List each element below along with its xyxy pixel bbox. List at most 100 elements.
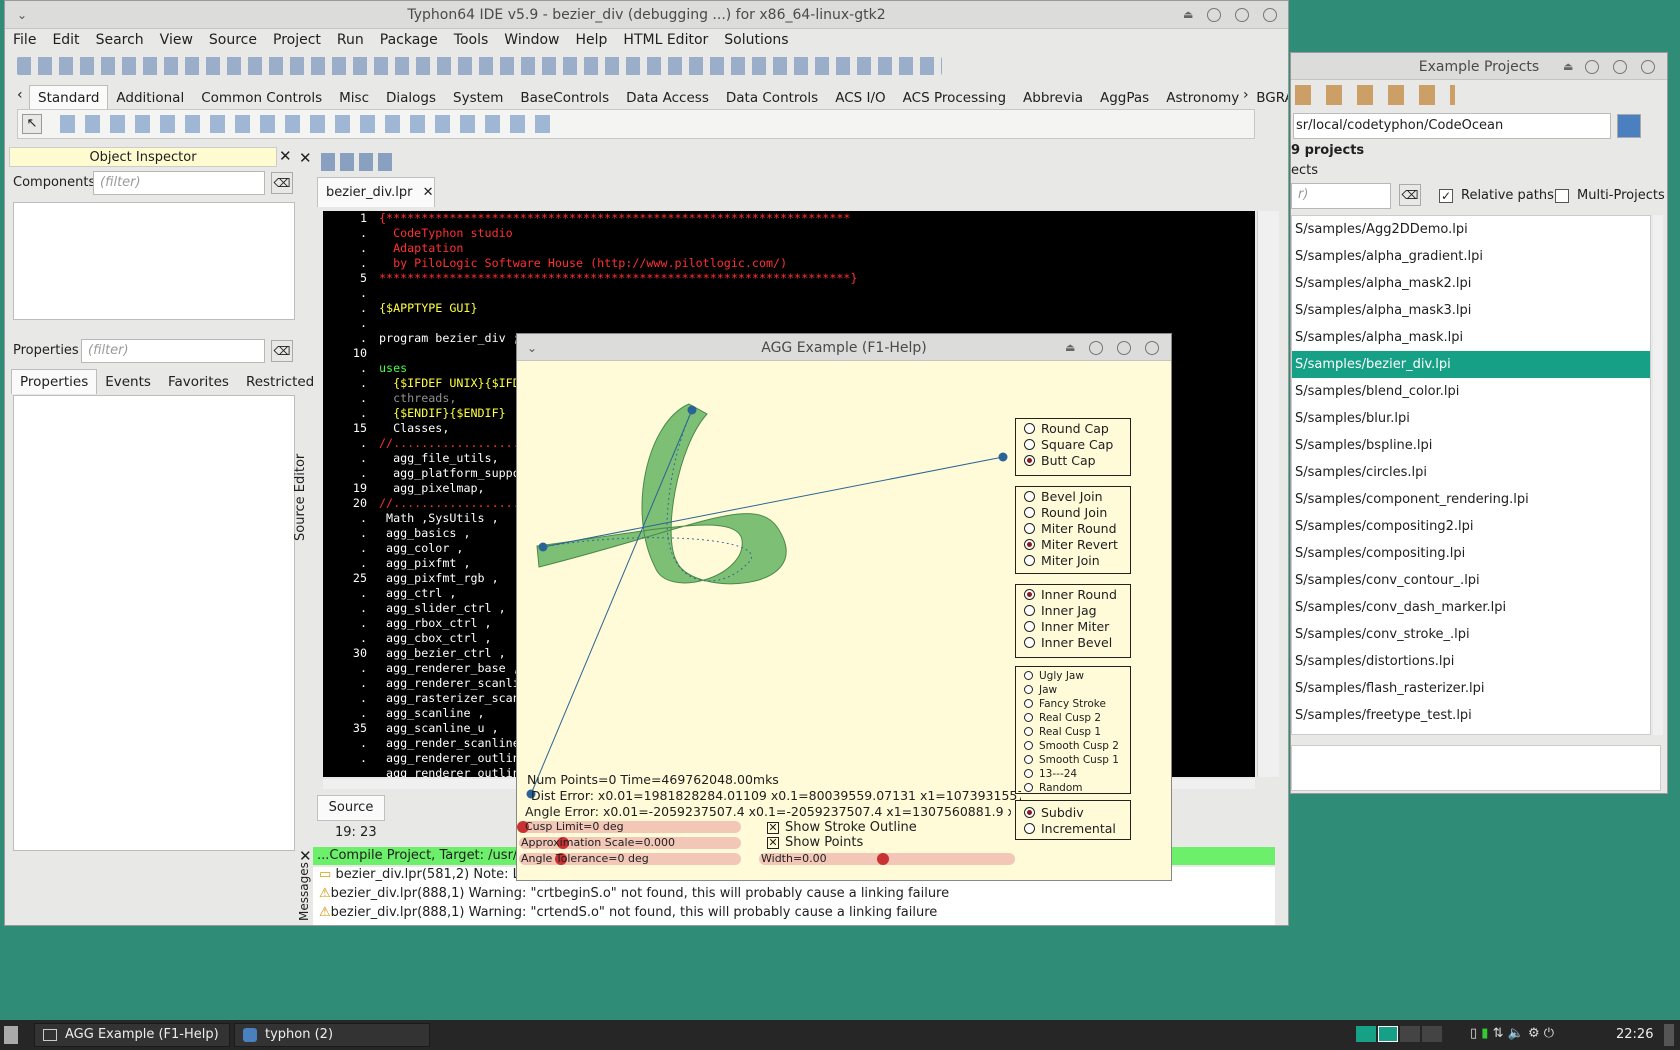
radio-option[interactable]: Round Join xyxy=(1024,505,1130,521)
radio-option[interactable]: Inner Round xyxy=(1024,587,1130,603)
inspector-tab[interactable]: Events xyxy=(97,370,160,394)
toolbar-icons[interactable] xyxy=(17,57,942,75)
palette-tab[interactable]: Standard xyxy=(29,85,109,110)
radio-option[interactable]: Ugly Jaw xyxy=(1024,669,1130,683)
message-warning-1[interactable]: ⚠bezier_div.lpr(888,1) Warning: "crtbegi… xyxy=(319,886,949,901)
menu-window[interactable]: Window xyxy=(496,29,567,48)
angle-slider[interactable]: Angle Tolerance=0 deg xyxy=(519,852,741,865)
project-file-item[interactable]: S/samples/conv_dash_marker.lpi xyxy=(1292,594,1650,621)
palette-tab[interactable]: System xyxy=(445,86,512,110)
battery-icon[interactable]: ▮ xyxy=(1481,1026,1488,1041)
start-menu-icon[interactable] xyxy=(4,1026,18,1044)
palette-tab[interactable]: Misc xyxy=(331,86,378,110)
control-point[interactable] xyxy=(998,452,1008,462)
menu-project[interactable]: Project xyxy=(265,29,329,48)
taskbar-agg-example[interactable]: AGG Example (F1-Help) xyxy=(34,1023,230,1047)
radio-option[interactable]: Jaw xyxy=(1024,683,1130,697)
show-desktop-icon[interactable] xyxy=(1664,1024,1674,1046)
palette-tab[interactable]: Astronomy xyxy=(1158,86,1248,110)
agg-close-button[interactable] xyxy=(1145,341,1159,355)
palette-tab[interactable]: Data Access xyxy=(618,86,718,110)
projects-close-button[interactable] xyxy=(1641,60,1655,74)
radio-option[interactable]: Round Cap xyxy=(1024,421,1130,437)
project-file-item[interactable]: S/samples/bezier_div.lpi xyxy=(1292,351,1650,378)
agg-shade-icon[interactable]: ⏏ xyxy=(1065,334,1075,362)
radio-option[interactable]: Miter Round xyxy=(1024,521,1130,537)
palette-tab[interactable]: Additional xyxy=(108,86,193,110)
projects-path-field[interactable]: sr/local/codetyphon/CodeOcean xyxy=(1293,113,1611,139)
workspace-4[interactable] xyxy=(1422,1026,1442,1042)
projects-minimize-button[interactable] xyxy=(1585,60,1599,74)
show-outline-checkbox[interactable]: ✕ Show Stroke Outline xyxy=(767,820,917,835)
radio-option[interactable]: 13---24 xyxy=(1024,767,1130,781)
components-tree[interactable] xyxy=(13,202,295,320)
volume-icon[interactable]: 🔈 xyxy=(1508,1026,1524,1041)
slider-knob[interactable] xyxy=(877,853,889,865)
inspector-tab[interactable]: Restricted xyxy=(238,370,323,394)
editor-source-tab[interactable]: Source xyxy=(317,795,385,821)
project-file-item[interactable]: S/samples/conv_contour_.lpi xyxy=(1292,567,1650,594)
clock[interactable]: 22:26 xyxy=(1616,1027,1653,1042)
palette-tab[interactable]: Abbrevia xyxy=(1015,86,1092,110)
menu-view[interactable]: View xyxy=(152,29,201,48)
menu-file[interactable]: File xyxy=(5,29,44,48)
radio-option[interactable]: Miter Join xyxy=(1024,553,1130,569)
width-slider[interactable]: Width=0.00 xyxy=(759,852,1015,865)
projects-maximize-button[interactable] xyxy=(1613,60,1627,74)
project-file-item[interactable]: S/samples/component_rendering.lpi xyxy=(1292,486,1650,513)
menu-html-editor[interactable]: HTML Editor xyxy=(615,29,716,48)
project-file-item[interactable]: S/samples/compositing.lpi xyxy=(1292,540,1650,567)
folder-icon[interactable] xyxy=(1617,114,1641,138)
palette-tab[interactable]: ACS I/O xyxy=(827,86,894,110)
close-button[interactable] xyxy=(1263,8,1277,22)
minimize-button[interactable] xyxy=(1207,8,1221,22)
project-file-item[interactable]: S/samples/alpha_mask3.lpi xyxy=(1292,297,1650,324)
projects-shade-icon[interactable]: ⏏ xyxy=(1563,53,1573,81)
projects-filter-tag-icon[interactable]: ⌫ xyxy=(1399,184,1421,206)
menu-search[interactable]: Search xyxy=(88,29,152,48)
settings-icon[interactable]: ⚙ xyxy=(1528,1026,1540,1041)
radio-option[interactable]: Real Cusp 1 xyxy=(1024,725,1130,739)
menu-tools[interactable]: Tools xyxy=(446,29,497,48)
radio-option[interactable]: Fancy Stroke xyxy=(1024,697,1130,711)
inspector-close-icon[interactable]: ✕ xyxy=(279,147,292,165)
pointer-icon[interactable]: ↖ xyxy=(22,114,42,134)
palette-tab[interactable]: AggPas xyxy=(1092,86,1158,110)
tab-close-icon[interactable]: ✕ xyxy=(423,185,434,200)
project-file-item[interactable]: S/samples/bspline.lpi xyxy=(1292,432,1650,459)
palette-tab[interactable]: Data Controls xyxy=(718,86,827,110)
filter-tag-icon[interactable]: ⌫ xyxy=(271,172,293,194)
palette-tab[interactable]: BGRA Controls xyxy=(1248,86,1288,110)
radio-option[interactable]: Smooth Cusp 2 xyxy=(1024,739,1130,753)
radio-option[interactable]: Smooth Cusp 1 xyxy=(1024,753,1130,767)
project-file-item[interactable]: S/samples/circles.lpi xyxy=(1292,459,1650,486)
cusp-slider[interactable]: Cusp Limit=0 deg xyxy=(517,820,741,833)
window-menu-icon[interactable]: ⌄ xyxy=(17,1,27,29)
editor-toolbar-icons[interactable] xyxy=(321,153,393,171)
projects-vscroll[interactable] xyxy=(1653,215,1663,735)
radio-option[interactable]: Random xyxy=(1024,781,1130,795)
project-file-item[interactable]: S/samples/alpha_mask.lpi xyxy=(1292,324,1650,351)
taskbar-typhon[interactable]: typhon (2) xyxy=(234,1023,430,1047)
project-file-item[interactable]: S/samples/alpha_gradient.lpi xyxy=(1292,243,1650,270)
power-icon[interactable]: ⏻ xyxy=(1544,1026,1554,1041)
control-point[interactable] xyxy=(687,405,697,415)
project-file-item[interactable]: S/samples/Agg2DDemo.lpi xyxy=(1292,216,1650,243)
component-icons[interactable] xyxy=(60,115,555,133)
radio-option[interactable]: Inner Jag xyxy=(1024,603,1130,619)
menu-help[interactable]: Help xyxy=(568,29,616,48)
menu-source[interactable]: Source xyxy=(201,29,265,48)
components-filter[interactable]: (filter) xyxy=(93,171,265,195)
agg-titlebar[interactable]: ⌄ AGG Example (F1-Help) ⏏ xyxy=(517,334,1171,361)
radio-option[interactable]: Inner Miter xyxy=(1024,619,1130,635)
radio-option[interactable]: Incremental xyxy=(1024,821,1130,837)
agg-maximize-button[interactable] xyxy=(1117,341,1131,355)
menu-solutions[interactable]: Solutions xyxy=(716,29,796,48)
network-icon[interactable]: ⇅ xyxy=(1493,1026,1504,1041)
message-warning-2[interactable]: ⚠bezier_div.lpr(888,1) Warning: "crtendS… xyxy=(319,905,937,920)
radio-option[interactable]: Square Cap xyxy=(1024,437,1130,453)
editor-file-tab[interactable]: bezier_div.lpr ✕ xyxy=(317,177,435,207)
properties-filter-tag-icon[interactable]: ⌫ xyxy=(271,340,293,362)
relative-paths-checkbox[interactable]: ✓ xyxy=(1439,189,1453,203)
radio-option[interactable]: Miter Revert xyxy=(1024,537,1130,553)
